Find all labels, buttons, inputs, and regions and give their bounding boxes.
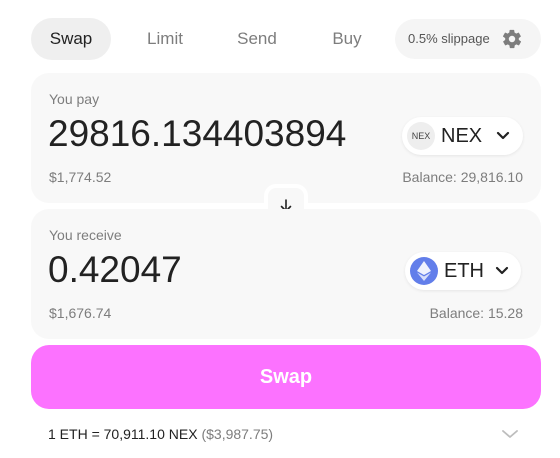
nex-token-icon: NEX (407, 122, 435, 150)
receive-amount-input[interactable]: 0.42047 (48, 249, 388, 291)
pay-token-symbol: NEX (441, 125, 483, 147)
pay-token-selector[interactable]: NEX NEX (402, 117, 523, 155)
pay-label: You pay (49, 91, 100, 107)
pay-amount-input[interactable]: 29816.134403894 (48, 113, 388, 155)
chevron-down-icon (495, 266, 509, 275)
receive-balance: Balance: 15.28 (429, 305, 523, 321)
exchange-rate-usd: ($3,987.75) (201, 426, 274, 442)
receive-usd-value: $1,676.74 (49, 305, 112, 321)
tab-send[interactable]: Send (221, 18, 293, 60)
receive-label: You receive (49, 227, 122, 243)
gear-icon (502, 29, 522, 49)
chevron-down-icon (496, 131, 510, 140)
receive-token-symbol: ETH (444, 260, 484, 282)
exchange-rate[interactable]: 1 ETH = 70,911.10 NEX ($3,987.75) (48, 426, 273, 442)
receive-panel: You receive 0.42047 ETH $1,676.74 Balanc… (31, 209, 541, 339)
receive-token-selector[interactable]: ETH (405, 252, 521, 290)
eth-token-icon (410, 257, 438, 285)
chevron-down-icon[interactable] (501, 428, 519, 440)
exchange-rate-text: 1 ETH = 70,911.10 NEX (48, 426, 198, 442)
slippage-label: 0.5% slippage (408, 31, 490, 46)
tab-swap[interactable]: Swap (31, 18, 111, 60)
tab-buy[interactable]: Buy (316, 18, 378, 60)
pay-balance: Balance: 29,816.10 (402, 169, 523, 185)
tab-limit[interactable]: Limit (126, 18, 204, 60)
swap-tabs: Swap Limit Send Buy 0.5% slippage (31, 18, 541, 60)
slippage-settings-button[interactable]: 0.5% slippage (395, 19, 541, 59)
swap-button[interactable]: Swap (31, 345, 541, 409)
pay-usd-value: $1,774.52 (49, 169, 112, 185)
